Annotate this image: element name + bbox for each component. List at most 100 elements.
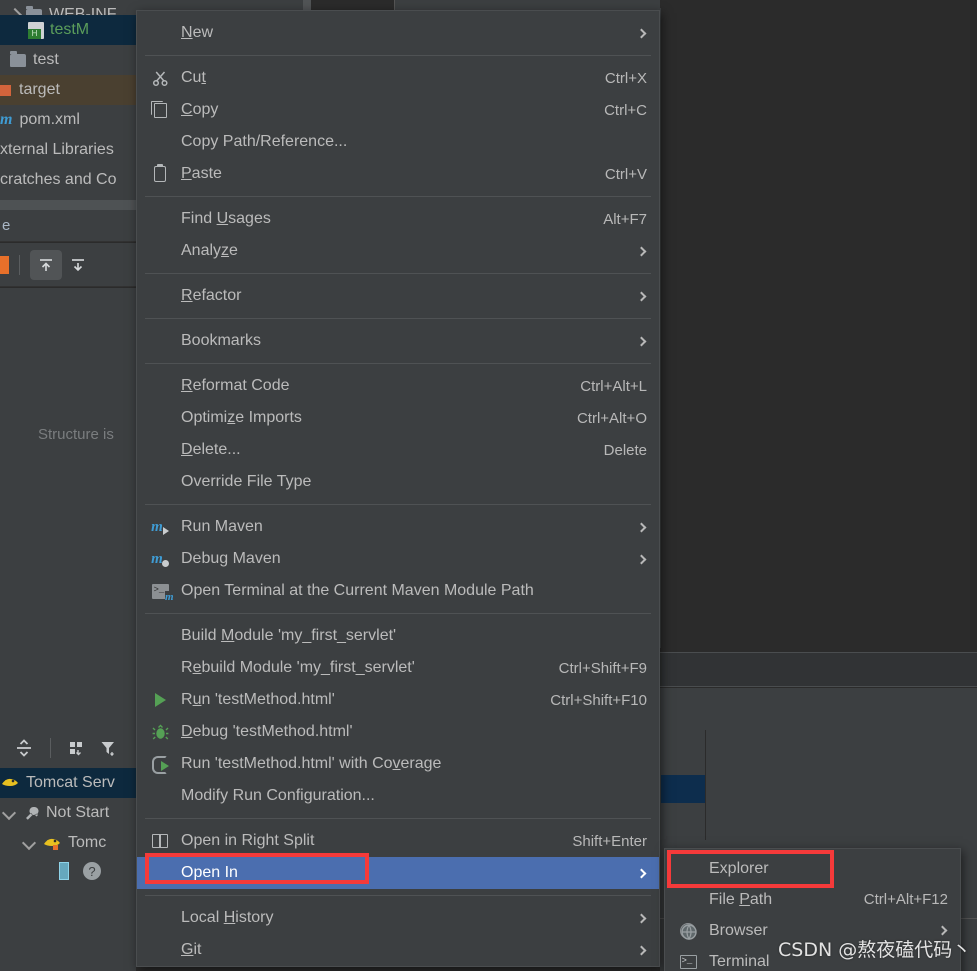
run-icon (147, 691, 173, 709)
submenu-item-explorer[interactable]: Explorer (665, 853, 960, 884)
tree-item-external-libraries[interactable]: xternal Libraries (0, 135, 136, 165)
menu-item-run-testmethod[interactable]: Run 'testMethod.html' Ctrl+Shift+F10 (137, 684, 659, 716)
menu-item-debug-testmethod[interactable]: Debug 'testMethod.html' (137, 716, 659, 748)
menu-item-modify-run-configuration[interactable]: Modify Run Configuration... (137, 780, 659, 812)
copy-icon (147, 100, 173, 119)
services-item-actions[interactable]: ? (0, 858, 136, 888)
collapse-all-icon[interactable] (62, 250, 94, 280)
folder-icon (10, 50, 26, 67)
menu-item-open-in[interactable]: Open In (137, 857, 659, 889)
menu-item-optimize-imports[interactable]: Optimize Imports Ctrl+Alt+O (137, 402, 659, 434)
watermark-text: CSDN @熬夜磕代码丶 (778, 939, 972, 961)
tree-item-testmethod-html[interactable]: testM (0, 15, 136, 45)
menu-item-override-file-type[interactable]: Override File Type (137, 466, 659, 498)
menu-separator (145, 818, 651, 819)
maven-run-icon: m (147, 518, 173, 536)
no-icon (147, 377, 173, 395)
tree-item-scratches-and-consoles[interactable]: cratches and Co (0, 165, 136, 195)
menu-item-label: Run 'testMethod.html' (181, 691, 335, 708)
lower-right-panel-divider (705, 730, 706, 840)
menu-item-find-usages[interactable]: Find Usages Alt+F7 (137, 203, 659, 235)
menu-item-cut[interactable]: Cut Ctrl+X (137, 62, 659, 94)
maven-icon: m (0, 111, 13, 128)
menu-item-build-module[interactable]: Build Module 'my_first_servlet' (137, 620, 659, 652)
menu-item-debug-maven[interactable]: m Debug Maven (137, 543, 659, 575)
menu-item-paste[interactable]: Paste Ctrl+V (137, 158, 659, 190)
no-icon (147, 941, 173, 959)
help-icon[interactable]: ? (81, 860, 103, 887)
terminal-icon: >_ (675, 953, 701, 971)
menu-item-rebuild-module[interactable]: Rebuild Module 'my_first_servlet' Ctrl+S… (137, 652, 659, 684)
chevron-right-icon (635, 291, 647, 301)
chevron-right-icon (936, 925, 948, 936)
services-item-label: Tomcat Serv (26, 774, 115, 791)
menu-item-open-in-right-split[interactable]: Open in Right Split Shift+Enter (137, 825, 659, 857)
chevron-right-icon (635, 246, 647, 256)
menu-item-git[interactable]: Git (137, 934, 659, 966)
menu-item-copy[interactable]: Copy Ctrl+C (137, 94, 659, 126)
filter-icon[interactable] (93, 733, 125, 763)
group-icon[interactable] (61, 733, 93, 763)
services-toolbar (0, 728, 136, 768)
tree-item-test[interactable]: test (0, 45, 136, 75)
menu-item-label: Reformat Code (181, 377, 290, 394)
menu-item-label: Bookmarks (181, 332, 262, 349)
no-icon (147, 210, 173, 228)
editor-strip-divider (660, 652, 977, 687)
menu-item-shortcut: Ctrl+Shift+F9 (558, 659, 647, 677)
deploy-icon[interactable] (55, 860, 73, 887)
services-item-tomcat-instance[interactable]: Tomc (0, 828, 136, 858)
no-icon (147, 627, 173, 645)
menu-item-label: Copy (181, 101, 219, 118)
chevron-down-icon[interactable] (1, 805, 17, 821)
menu-item-open-terminal-maven-module[interactable]: >_ Open Terminal at the Current Maven Mo… (137, 575, 659, 607)
menu-item-refactor[interactable]: Refactor (137, 280, 659, 312)
no-icon (147, 864, 173, 882)
chevron-right-icon (635, 868, 647, 878)
menu-item-label: Debug Maven (181, 550, 281, 567)
menu-item-reformat-code[interactable]: Reformat Code Ctrl+Alt+L (137, 370, 659, 402)
lower-right-selected-row[interactable] (661, 775, 705, 803)
no-icon (147, 242, 173, 260)
tree-item-pom-xml[interactable]: m pom.xml (0, 105, 136, 135)
menu-item-label: Open In (181, 864, 238, 881)
menu-item-shortcut: Ctrl+X (604, 69, 647, 87)
menu-item-analyze[interactable]: Analyze (137, 235, 659, 267)
chevron-down-icon[interactable] (21, 835, 37, 851)
structure-panel-header: e (0, 210, 136, 242)
submenu-item-file-path[interactable]: File Path Ctrl+Alt+F12 (665, 884, 960, 915)
menu-item-new[interactable]: New (137, 17, 659, 49)
menu-item-copy-path-reference[interactable]: Copy Path/Reference... (137, 126, 659, 158)
menu-item-label: Paste (181, 165, 222, 182)
no-icon (147, 787, 173, 805)
tree-item-target[interactable]: target (0, 75, 136, 105)
expand-all-icon[interactable] (30, 249, 62, 280)
services-panel-body: Tomcat Serv Not Start Tomc ? (0, 768, 136, 971)
menu-item-local-history[interactable]: Local History (137, 902, 659, 934)
panel-divider[interactable] (0, 200, 136, 210)
services-item-tomcat-server[interactable]: Tomcat Serv (0, 768, 136, 798)
menu-item-shortcut: Delete (603, 441, 647, 459)
services-item-label: Not Start (46, 804, 110, 821)
tree-item-label: xternal Libraries (0, 141, 114, 158)
toolbar-divider (50, 738, 51, 758)
split-icon (147, 832, 173, 850)
menu-item-label: Build Module 'my_first_servlet' (181, 627, 397, 644)
context-menu[interactable]: New Cut Ctrl+X Copy Ctrl+C Copy Path/Ref… (136, 10, 660, 967)
toolbar-divider (19, 254, 20, 275)
menu-item-run-with-coverage[interactable]: Run 'testMethod.html' with Coverage (137, 748, 659, 780)
menu-separator (145, 273, 651, 274)
menu-item-label: New (181, 24, 214, 41)
debug-icon (147, 723, 173, 741)
menu-item-label: Run 'testMethod.html' with Coverage (181, 755, 442, 772)
editor-tab-a[interactable] (303, 0, 311, 10)
editor-tab-b[interactable] (311, 0, 395, 10)
menu-item-run-maven[interactable]: m Run Maven (137, 511, 659, 543)
services-item-not-started[interactable]: Not Start (0, 798, 136, 828)
menu-item-delete[interactable]: Delete... Delete (137, 434, 659, 466)
editor-right-pane (660, 8, 977, 648)
collapse-icon[interactable] (8, 733, 40, 763)
menu-item-bookmarks[interactable]: Bookmarks (137, 325, 659, 357)
menu-separator (145, 363, 651, 364)
tree-item-label: cratches and Co (0, 171, 117, 188)
